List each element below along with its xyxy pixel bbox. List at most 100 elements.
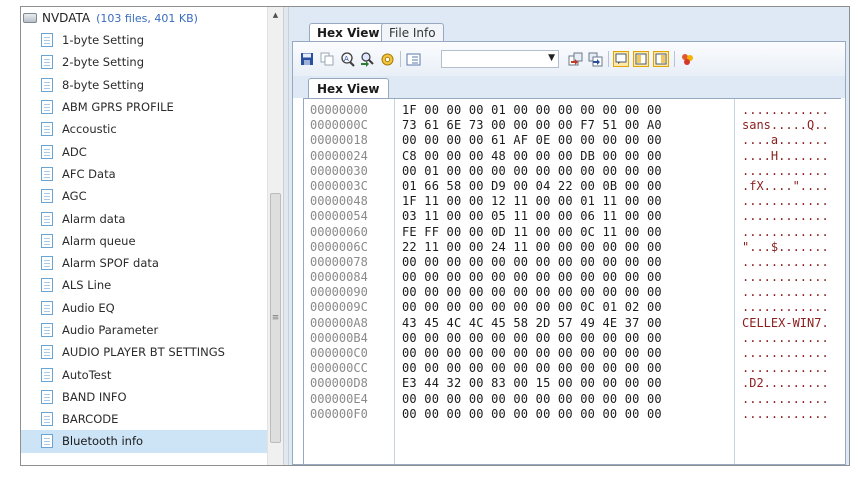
tree-item[interactable]: ABM GPRS PROFILE bbox=[21, 96, 267, 118]
hex-ascii[interactable]: sans.....Q.. bbox=[742, 118, 829, 133]
hex-row[interactable]: 00000024 C8 00 00 00 48 00 00 00 DB 00 00… bbox=[304, 149, 841, 164]
hex-ascii[interactable]: ............ bbox=[742, 361, 829, 376]
tree-item[interactable]: 8-byte Setting bbox=[21, 74, 267, 96]
tree-item[interactable]: Audio Parameter bbox=[21, 319, 267, 341]
save-icon[interactable] bbox=[299, 51, 315, 67]
hex-bytes[interactable]: 1F 11 00 00 12 11 00 00 01 11 00 00 bbox=[402, 194, 662, 209]
tree-root-nvdata[interactable]: NVDATA (103 files, 401 KB) bbox=[21, 7, 267, 29]
hex-grid[interactable]: 00000000 1F 00 00 00 01 00 00 00 00 00 00… bbox=[303, 98, 841, 464]
hex-ascii[interactable]: ....H....... bbox=[742, 149, 829, 164]
hex-bytes[interactable]: E3 44 32 00 83 00 15 00 00 00 00 00 bbox=[402, 376, 662, 391]
hex-ascii[interactable]: ............ bbox=[742, 255, 829, 270]
text-mode-icon[interactable] bbox=[613, 51, 629, 67]
hex-ascii[interactable]: ............ bbox=[742, 194, 829, 209]
tree-scrollbar[interactable]: ▲ ≡ bbox=[267, 7, 283, 465]
tree-item[interactable]: AGC bbox=[21, 185, 267, 207]
hex-row[interactable]: 000000A8 43 45 4C 4C 45 58 2D 57 49 4E 37… bbox=[304, 316, 841, 331]
hex-bytes[interactable]: 03 11 00 00 05 11 00 00 06 11 00 00 bbox=[402, 209, 662, 224]
import-icon[interactable] bbox=[567, 51, 583, 67]
hex-bytes[interactable]: 00 00 00 00 00 00 00 00 00 00 00 00 bbox=[402, 255, 662, 270]
hex-bytes[interactable]: 00 00 00 00 00 00 00 00 0C 01 02 00 bbox=[402, 300, 662, 315]
hex-row[interactable]: 0000009C 00 00 00 00 00 00 00 00 0C 01 02… bbox=[304, 300, 841, 315]
find-next-icon[interactable] bbox=[359, 51, 375, 67]
hex-ascii[interactable]: "...$....... bbox=[742, 240, 829, 255]
tree-item[interactable]: AutoTest bbox=[21, 363, 267, 385]
tree-item[interactable]: AUDIO PLAYER BT SETTINGS bbox=[21, 341, 267, 363]
hex-bytes[interactable]: 22 11 00 00 24 11 00 00 00 00 00 00 bbox=[402, 240, 662, 255]
hex-bytes[interactable]: 00 00 00 00 61 AF 0E 00 00 00 00 00 bbox=[402, 133, 662, 148]
tree-item[interactable]: Alarm SPOF data bbox=[21, 252, 267, 274]
tree-item[interactable]: ADC bbox=[21, 140, 267, 162]
hex-ascii[interactable]: ............ bbox=[742, 285, 829, 300]
hex-ascii[interactable]: ............ bbox=[742, 225, 829, 240]
hex-row[interactable]: 00000030 00 01 00 00 00 00 00 00 00 00 00… bbox=[304, 164, 841, 179]
hex-ascii[interactable]: .fX....".... bbox=[742, 179, 829, 194]
encoding-select[interactable]: ▼ bbox=[441, 50, 559, 68]
tree-item[interactable]: Bluetooth info bbox=[21, 430, 267, 453]
settings-icon[interactable] bbox=[379, 51, 395, 67]
tree-item[interactable]: ALS Line bbox=[21, 274, 267, 296]
hex-row[interactable]: 000000C0 00 00 00 00 00 00 00 00 00 00 00… bbox=[304, 346, 841, 361]
hex-ascii[interactable]: ............ bbox=[742, 103, 829, 118]
hex-row[interactable]: 000000E4 00 00 00 00 00 00 00 00 00 00 00… bbox=[304, 392, 841, 407]
hex-bytes[interactable]: C8 00 00 00 48 00 00 00 DB 00 00 00 bbox=[402, 149, 662, 164]
hex-ascii[interactable]: ............ bbox=[742, 392, 829, 407]
tree-item[interactable]: Alarm data bbox=[21, 207, 267, 229]
hex-ascii[interactable]: CELLEX-WIN7. bbox=[742, 316, 829, 331]
file-tree[interactable]: NVDATA (103 files, 401 KB) 1-byte Settin… bbox=[21, 7, 267, 465]
hex-ascii[interactable]: ............ bbox=[742, 270, 829, 285]
hex-bytes[interactable]: 00 00 00 00 00 00 00 00 00 00 00 00 bbox=[402, 361, 662, 376]
export-icon[interactable] bbox=[587, 51, 603, 67]
hex-ascii[interactable]: ............ bbox=[742, 407, 829, 422]
hex-bytes[interactable]: 00 00 00 00 00 00 00 00 00 00 00 00 bbox=[402, 346, 662, 361]
hex-bytes[interactable]: 00 00 00 00 00 00 00 00 00 00 00 00 bbox=[402, 331, 662, 346]
hex-ascii[interactable]: ............ bbox=[742, 209, 829, 224]
copy-icon[interactable] bbox=[319, 51, 335, 67]
hex-row[interactable]: 000000CC 00 00 00 00 00 00 00 00 00 00 00… bbox=[304, 361, 841, 376]
tree-item[interactable]: Audio EQ bbox=[21, 297, 267, 319]
split-mode-icon[interactable] bbox=[653, 51, 669, 67]
tree-item[interactable]: Alarm queue bbox=[21, 230, 267, 252]
tree-item[interactable]: BARCODE bbox=[21, 408, 267, 430]
hex-row[interactable]: 0000006C 22 11 00 00 24 11 00 00 00 00 00… bbox=[304, 240, 841, 255]
hex-bytes[interactable]: 00 00 00 00 00 00 00 00 00 00 00 00 bbox=[402, 270, 662, 285]
tree-item[interactable]: AFC Data bbox=[21, 163, 267, 185]
hex-bytes[interactable]: 00 00 00 00 00 00 00 00 00 00 00 00 bbox=[402, 392, 662, 407]
hex-bytes[interactable]: 73 61 6E 73 00 00 00 00 F7 51 00 A0 bbox=[402, 118, 662, 133]
hex-row[interactable]: 00000084 00 00 00 00 00 00 00 00 00 00 00… bbox=[304, 270, 841, 285]
hex-bytes[interactable]: FE FF 00 00 0D 11 00 00 0C 11 00 00 bbox=[402, 225, 662, 240]
hex-bytes[interactable]: 00 00 00 00 00 00 00 00 00 00 00 00 bbox=[402, 407, 662, 422]
tab-file-info[interactable]: File Info bbox=[381, 23, 444, 41]
hex-ascii[interactable]: ............ bbox=[742, 300, 829, 315]
hex-row[interactable]: 00000000 1F 00 00 00 01 00 00 00 00 00 00… bbox=[304, 103, 841, 118]
hex-ascii[interactable]: .D2......... bbox=[742, 376, 829, 391]
tree-item[interactable]: 1-byte Setting bbox=[21, 29, 267, 51]
hex-ascii[interactable]: ............ bbox=[742, 331, 829, 346]
hex-row[interactable]: 000000D8 E3 44 32 00 83 00 15 00 00 00 00… bbox=[304, 376, 841, 391]
hex-bytes[interactable]: 01 66 58 00 D9 00 04 22 00 0B 00 00 bbox=[402, 179, 662, 194]
hex-row[interactable]: 00000018 00 00 00 00 61 AF 0E 00 00 00 00… bbox=[304, 133, 841, 148]
scroll-up-arrow-icon[interactable]: ▲ bbox=[268, 7, 283, 23]
tree-item[interactable]: 2-byte Setting bbox=[21, 51, 267, 73]
hex-row[interactable]: 00000060 FE FF 00 00 0D 11 00 00 0C 11 00… bbox=[304, 225, 841, 240]
find-icon[interactable]: A bbox=[339, 51, 355, 67]
hex-row[interactable]: 000000F0 00 00 00 00 00 00 00 00 00 00 00… bbox=[304, 407, 841, 422]
hex-ascii[interactable]: ............ bbox=[742, 346, 829, 361]
view-icon[interactable] bbox=[405, 51, 421, 67]
scroll-thumb[interactable]: ≡ bbox=[270, 193, 281, 443]
hex-row[interactable]: 00000078 00 00 00 00 00 00 00 00 00 00 00… bbox=[304, 255, 841, 270]
hex-mode-icon[interactable] bbox=[633, 51, 649, 67]
hex-bytes[interactable]: 00 00 00 00 00 00 00 00 00 00 00 00 bbox=[402, 285, 662, 300]
clear-icon[interactable] bbox=[679, 51, 695, 67]
hex-row[interactable]: 0000003C 01 66 58 00 D9 00 04 22 00 0B 00… bbox=[304, 179, 841, 194]
hex-bytes[interactable]: 00 01 00 00 00 00 00 00 00 00 00 00 bbox=[402, 164, 662, 179]
subtab-hex-view[interactable]: Hex View bbox=[308, 78, 389, 98]
hex-bytes[interactable]: 1F 00 00 00 01 00 00 00 00 00 00 00 bbox=[402, 103, 662, 118]
tree-item[interactable]: Accoustic bbox=[21, 118, 267, 140]
tree-item[interactable]: BAND INFO bbox=[21, 386, 267, 408]
hex-row[interactable]: 0000000C 73 61 6E 73 00 00 00 00 F7 51 00… bbox=[304, 118, 841, 133]
hex-row[interactable]: 00000090 00 00 00 00 00 00 00 00 00 00 00… bbox=[304, 285, 841, 300]
hex-row[interactable]: 000000B4 00 00 00 00 00 00 00 00 00 00 00… bbox=[304, 331, 841, 346]
hex-row[interactable]: 00000048 1F 11 00 00 12 11 00 00 01 11 00… bbox=[304, 194, 841, 209]
tab-hex-view[interactable]: Hex View bbox=[309, 23, 388, 42]
